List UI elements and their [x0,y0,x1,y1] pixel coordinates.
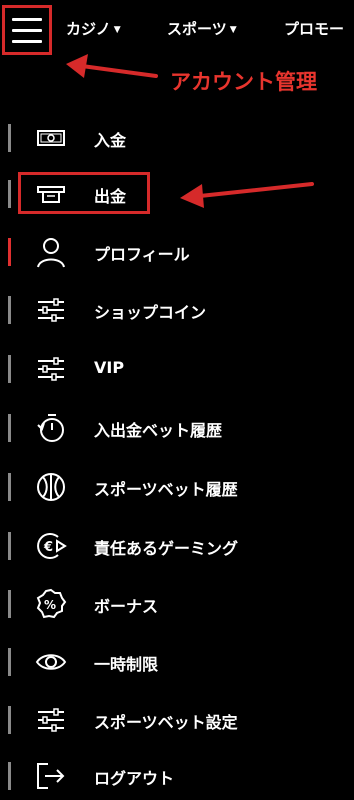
nav-sports[interactable]: スポーツ ▼ [167,18,237,39]
menu-item-label: VIP [94,358,125,377]
menu-item-bonus[interactable]: % ボーナス [0,584,354,624]
timer-icon [37,414,64,442]
svg-text:%: % [44,598,56,612]
chevron-down-icon: ▼ [113,25,121,35]
menu-item-label: 入金 [94,131,127,150]
hamburger-menu-button[interactable] [2,5,52,55]
nav-casino-label: カジノ [66,20,111,38]
menu-item-sports-bet-settings[interactable]: スポーツベット設定 [0,700,354,740]
sliders-icon [38,298,64,322]
logout-icon [37,763,65,789]
annotation-arrow-left-icon [66,54,158,78]
menu-item-profile[interactable]: プロフィール [0,232,354,272]
eye-icon [35,654,67,670]
menu-item-bar [8,124,11,152]
ball-icon [37,473,65,501]
euro-coin-icon: € [37,533,67,559]
menu-item-vip[interactable]: VIP [0,349,354,389]
menu-item-logout[interactable]: ログアウト [0,756,354,796]
nav-casino[interactable]: カジノ ▼ [66,18,121,39]
menu-item-label: 一時制限 [94,655,159,674]
menu-item-label: ショップコイン [94,303,207,322]
menu-item-bar [8,648,11,676]
menu-item-transaction-history[interactable]: 入出金ベット履歴 [0,408,354,448]
menu-item-sports-bet-history[interactable]: スポーツベット履歴 [0,467,354,507]
menu-item-label: スポーツベット履歴 [94,480,238,499]
sliders-icon [38,357,64,381]
menu-item-temporary-limit[interactable]: 一時制限 [0,642,354,682]
user-icon [37,238,65,268]
menu-item-bar [8,473,11,501]
menu-item-bar [8,532,11,560]
percent-badge-icon: % [36,588,67,619]
menu-item-label: ログアウト [94,769,175,788]
menu-item-label: プロフィール [94,245,190,264]
menu-item-responsible-gaming[interactable]: € 責任あるゲーミング [0,526,354,566]
annotation-account-label: アカウント管理 [170,70,317,94]
menu-item-bar [8,180,11,208]
top-bar: カジノ ▼ スポーツ ▼ プロモー [0,0,354,58]
menu-item-bar [8,414,11,442]
nav-promo-label: プロモー [284,20,345,38]
chevron-down-icon: ▼ [229,25,237,35]
menu-item-bar [8,296,11,324]
annotation-arrow-left-icon [180,182,314,208]
menu-item-active-bar [8,238,11,266]
nav-promo[interactable]: プロモー [284,18,344,39]
menu-item-deposit[interactable]: 入金 [0,118,354,158]
menu-item-bar [8,355,11,383]
svg-text:€: € [43,540,53,555]
sliders-icon [38,708,64,732]
menu-item-bar [8,762,11,790]
menu-item-label: 責任あるゲーミング [94,539,239,558]
menu-item-label: スポーツベット設定 [94,713,238,732]
nav-sports-label: スポーツ [167,20,227,38]
menu-item-bar [8,706,11,734]
menu-item-label: 入出金ベット履歴 [94,421,223,440]
cash-icon [37,130,65,146]
menu-item-shop-coin[interactable]: ショップコイン [0,290,354,330]
menu-item-bar [8,590,11,618]
annotation-highlight-box [18,172,150,214]
menu-item-label: ボーナス [94,597,159,616]
